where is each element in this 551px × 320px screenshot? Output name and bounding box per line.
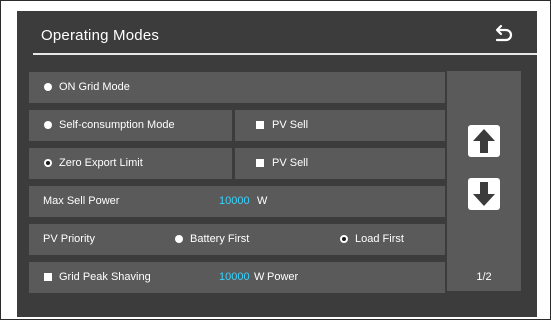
arrow-down-icon[interactable] [468, 178, 500, 210]
battery-first-label[interactable]: Battery First [190, 233, 249, 245]
max-sell-power-unit: W [257, 195, 268, 207]
pv-sell-checkbox-2[interactable] [256, 159, 264, 167]
pv-sell-label-1: PV Sell [272, 119, 309, 131]
grid-peak-shaving-unit: W [254, 271, 265, 283]
pv-sell-row-2[interactable]: PV Sell [235, 148, 445, 179]
max-sell-power-label: Max Sell Power [43, 195, 120, 207]
device-frame: Operating Modes ON Grid Mode Self-consum… [0, 0, 551, 320]
return-arrow-icon[interactable] [491, 23, 513, 45]
grid-peak-shaving-checkbox[interactable] [44, 273, 52, 281]
grid-peak-shaving-value[interactable]: 10000 [219, 271, 250, 283]
on-grid-mode-label: ON Grid Mode [59, 81, 130, 93]
max-sell-power-value[interactable]: 10000 [219, 195, 250, 207]
page-title: Operating Modes [41, 27, 160, 44]
page-indicator: 1/2 [476, 271, 492, 283]
page-nav-panel: 1/2 [447, 71, 521, 291]
pv-priority-label: PV Priority [43, 233, 95, 245]
self-consumption-mode-row[interactable]: Self-consumption Mode [29, 110, 232, 141]
load-first-radio[interactable] [340, 235, 348, 243]
pv-sell-label-2: PV Sell [272, 157, 309, 169]
zero-export-limit-label: Zero Export Limit [59, 157, 143, 169]
max-sell-power-row: Max Sell Power 10000 W [29, 186, 445, 217]
grid-peak-shaving-label: Grid Peak Shaving [59, 271, 151, 283]
screen: Operating Modes ON Grid Mode Self-consum… [17, 11, 537, 317]
header-divider [33, 53, 537, 55]
battery-first-radio[interactable] [175, 235, 183, 243]
header: Operating Modes [17, 11, 537, 53]
pv-priority-row: PV Priority Battery First Load First [29, 224, 445, 255]
arrow-up-icon[interactable] [468, 125, 500, 157]
self-consumption-mode-radio[interactable] [44, 121, 52, 129]
zero-export-limit-row[interactable]: Zero Export Limit [29, 148, 232, 179]
zero-export-limit-radio[interactable] [44, 159, 52, 167]
pv-sell-checkbox-1[interactable] [256, 121, 264, 129]
on-grid-mode-row[interactable]: ON Grid Mode [29, 72, 445, 103]
grid-peak-shaving-row[interactable]: Grid Peak Shaving 10000 W Power [29, 262, 445, 293]
load-first-label[interactable]: Load First [355, 233, 404, 245]
pv-sell-row-1[interactable]: PV Sell [235, 110, 445, 141]
on-grid-mode-radio[interactable] [44, 83, 52, 91]
self-consumption-mode-label: Self-consumption Mode [59, 119, 175, 131]
grid-peak-shaving-suffix: Power [267, 271, 299, 283]
